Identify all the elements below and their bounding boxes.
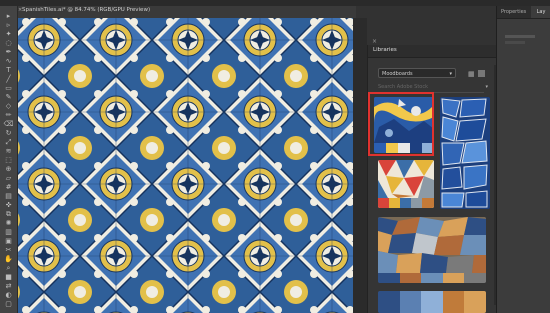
zoom-tool-icon[interactable]: ⌕ [3, 264, 14, 272]
lasso-tool-icon[interactable]: ◌ [3, 39, 14, 47]
perspective-tool-icon[interactable]: ▱ [3, 174, 14, 182]
rotate-tool-icon[interactable]: ↻ [3, 129, 14, 137]
swatch[interactable] [378, 291, 400, 313]
fill-stroke-icon[interactable]: ■ [3, 273, 14, 281]
swatch[interactable] [411, 198, 422, 208]
tile-pattern-artwork [18, 18, 353, 313]
libraries-panel-header: × Libraries [368, 38, 497, 58]
swatch[interactable] [443, 291, 464, 313]
swatch[interactable] [464, 273, 486, 283]
slice-tool-icon[interactable]: ✂ [3, 246, 14, 254]
swap-colors-icon[interactable]: ⇄ [3, 282, 14, 290]
chevron-down-icon: ▾ [485, 84, 488, 90]
document-title: SpanishTiles.ai* @ 84.74% (RGB/GPU Previ… [22, 7, 151, 13]
eraser-tool-icon[interactable]: ⌫ [3, 120, 14, 128]
rectangle-tool-icon[interactable]: ▭ [3, 84, 14, 92]
swatch[interactable] [443, 273, 464, 283]
swatch[interactable] [389, 198, 400, 208]
tab-layers[interactable]: Lay [531, 6, 550, 18]
library-select[interactable]: Moodboards ▾ [378, 68, 456, 78]
search-placeholder: Search Adobe Stock [378, 84, 429, 90]
trencadis-thumbnail [378, 217, 486, 273]
swatch[interactable] [464, 291, 486, 313]
panel-close-icon[interactable]: × [372, 38, 377, 45]
pencil-tool-icon[interactable]: ✏ [3, 111, 14, 119]
symbol-sprayer-tool-icon[interactable]: ✺ [3, 219, 14, 227]
paintbrush-tool-icon[interactable]: ✎ [3, 93, 14, 101]
swatch[interactable] [378, 198, 389, 208]
type-tool-icon[interactable]: T [3, 66, 14, 74]
swatch-row [378, 273, 486, 283]
shaper-tool-icon[interactable]: ◇ [3, 102, 14, 110]
swatch-row [378, 198, 434, 208]
hand-tool-icon[interactable]: ✋ [3, 255, 14, 263]
tools-panel: ▸ ▹ ✦ ◌ ✒ ∿ T ╱ ▭ ✎ ◇ ✏ ⌫ ↻ ⤢ ≋ ⬚ ⊕ ▱ # ▤ ✜ ⧉ ✺ ▥ ▣ ✂ ✋ ⌕ ■ ⇄ ◐ ▢ [0, 6, 18, 313]
properties-tabs: Properties Lay [497, 6, 550, 19]
libraries-panel: × Libraries Moodboards ▾ ▦ Search Adobe … [367, 38, 497, 313]
screen-mode-icon[interactable]: ▢ [3, 300, 14, 308]
artboard-canvas[interactable] [18, 18, 353, 313]
chevron-down-icon: ▾ [449, 71, 452, 77]
library-item-trencadis[interactable] [378, 217, 486, 283]
swatch[interactable] [378, 273, 400, 283]
graph-tool-icon[interactable]: ▥ [3, 228, 14, 236]
direct-selection-tool-icon[interactable]: ▹ [3, 21, 14, 29]
library-select-value: Moodboards [382, 71, 413, 77]
drawing-modes-icon[interactable]: ◐ [3, 291, 14, 299]
grid-view-icon[interactable]: ▦ [468, 71, 475, 78]
curvature-tool-icon[interactable]: ∿ [3, 57, 14, 65]
blend-tool-icon[interactable]: ⧉ [3, 210, 14, 218]
pen-tool-icon[interactable]: ✒ [3, 48, 14, 56]
library-item-triangles[interactable] [378, 160, 434, 208]
shape-builder-tool-icon[interactable]: ⊕ [3, 165, 14, 173]
mesh-tool-icon[interactable]: # [3, 183, 14, 191]
tab-properties[interactable]: Properties [501, 9, 526, 15]
swatch[interactable] [400, 291, 421, 313]
library-item-blue-mosaic[interactable] [440, 97, 490, 209]
eyedropper-tool-icon[interactable]: ✜ [3, 201, 14, 209]
selection-tool-icon[interactable]: ▸ [3, 12, 14, 20]
width-tool-icon[interactable]: ≋ [3, 147, 14, 155]
swatch[interactable] [421, 291, 443, 313]
library-item-bottom[interactable] [378, 291, 486, 313]
canvas-gutter [353, 18, 367, 313]
swatch[interactable] [421, 273, 443, 283]
free-transform-tool-icon[interactable]: ⬚ [3, 156, 14, 164]
swatch[interactable] [400, 273, 421, 283]
gradient-tool-icon[interactable]: ▤ [3, 192, 14, 200]
properties-panel: Properties Lay [496, 6, 550, 313]
triangles-thumbnail [378, 160, 434, 198]
panel-divider [505, 41, 525, 44]
panel-divider [505, 35, 535, 38]
scale-tool-icon[interactable]: ⤢ [3, 138, 14, 146]
line-tool-icon[interactable]: ╱ [3, 75, 14, 83]
list-view-icon[interactable] [478, 70, 485, 77]
swatch[interactable] [422, 198, 434, 208]
libraries-panel-title: Libraries [373, 47, 397, 53]
artboard-tool-icon[interactable]: ▣ [3, 237, 14, 245]
swatch[interactable] [400, 198, 411, 208]
selection-highlight [368, 92, 434, 156]
magic-wand-tool-icon[interactable]: ✦ [3, 30, 14, 38]
blue-mosaic-thumbnail [440, 97, 490, 209]
